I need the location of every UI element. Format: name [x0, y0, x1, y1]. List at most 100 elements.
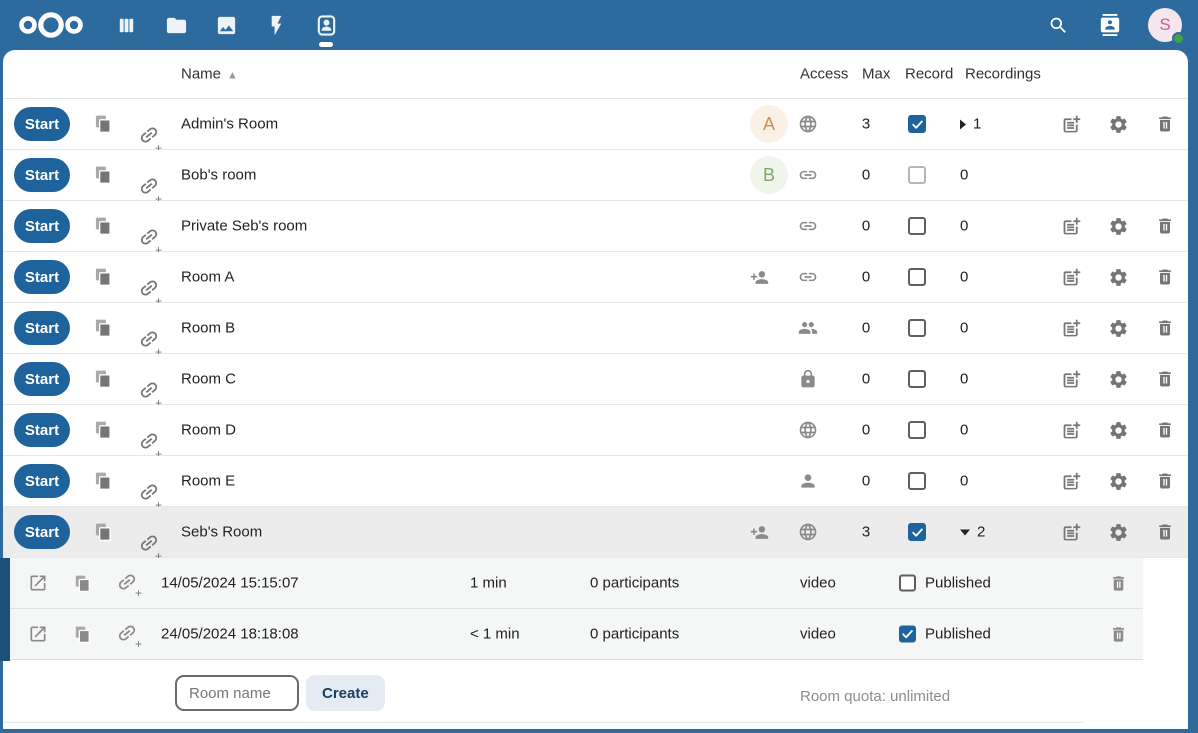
start-room-button[interactable]: Start	[14, 107, 70, 141]
app-dashboard[interactable]	[112, 5, 140, 45]
store-recordings-icon[interactable]	[1059, 112, 1083, 136]
recordings-toggle[interactable]: 1	[960, 116, 1020, 133]
share-recording-link-icon[interactable]: +	[116, 622, 140, 646]
copy-room-link-icon[interactable]	[91, 112, 115, 136]
published-toggle[interactable]: Published	[899, 626, 991, 643]
app-bbb-rooms[interactable]	[312, 5, 340, 45]
room-settings-icon[interactable]	[1106, 520, 1130, 544]
create-share-link-icon[interactable]: +	[138, 184, 160, 201]
search-icon[interactable]	[1044, 11, 1072, 39]
room-settings-icon[interactable]	[1106, 367, 1130, 391]
open-recording-icon[interactable]	[26, 622, 50, 646]
room-row[interactable]: Start+Bob's roomB00	[3, 150, 1188, 201]
create-share-link-icon[interactable]: +	[138, 439, 160, 456]
copy-room-link-icon[interactable]	[91, 520, 115, 544]
recording-row[interactable]: +24/05/2024 18:18:08< 1 min0 participant…	[3, 609, 1143, 660]
open-recording-icon[interactable]	[26, 571, 50, 595]
collapse-icon[interactable]	[960, 529, 970, 535]
store-recordings-icon[interactable]	[1059, 214, 1083, 238]
copy-recording-link-icon[interactable]	[70, 571, 94, 595]
record-checkbox[interactable]	[908, 115, 926, 133]
room-row[interactable]: Start+Room C00	[3, 354, 1188, 405]
create-share-link-icon[interactable]: +	[138, 133, 160, 150]
recordings-toggle[interactable]: 0	[960, 473, 1020, 490]
start-room-button[interactable]: Start	[14, 515, 70, 549]
room-settings-icon[interactable]	[1106, 214, 1130, 238]
published-checkbox[interactable]	[899, 575, 916, 592]
start-room-button[interactable]: Start	[14, 464, 70, 498]
room-settings-icon[interactable]	[1106, 316, 1130, 340]
delete-room-icon[interactable]	[1153, 112, 1177, 136]
copy-room-link-icon[interactable]	[91, 163, 115, 187]
published-checkbox[interactable]	[899, 626, 916, 643]
start-room-button[interactable]: Start	[14, 158, 70, 192]
room-row[interactable]: Start+Room B00	[3, 303, 1188, 354]
copy-room-link-icon[interactable]	[91, 418, 115, 442]
record-checkbox[interactable]	[908, 319, 926, 337]
room-row[interactable]: Start+Room A00	[3, 252, 1188, 303]
recordings-toggle[interactable]: 0	[960, 371, 1020, 388]
delete-room-icon[interactable]	[1153, 367, 1177, 391]
room-row[interactable]: Start+Room E00	[3, 456, 1188, 507]
app-files[interactable]	[162, 5, 190, 45]
delete-room-icon[interactable]	[1153, 316, 1177, 340]
store-recordings-icon[interactable]	[1059, 316, 1083, 340]
delete-room-icon[interactable]	[1153, 520, 1177, 544]
copy-room-link-icon[interactable]	[91, 367, 115, 391]
start-room-button[interactable]: Start	[14, 311, 70, 345]
copy-room-link-icon[interactable]	[91, 469, 115, 493]
create-share-link-icon[interactable]: +	[138, 235, 160, 252]
delete-room-icon[interactable]	[1153, 469, 1177, 493]
create-share-link-icon[interactable]: +	[138, 541, 160, 558]
user-avatar[interactable]: S	[1148, 8, 1182, 42]
room-row[interactable]: Start+Seb's Room32	[3, 507, 1188, 558]
create-share-link-icon[interactable]: +	[138, 286, 160, 303]
room-name-input[interactable]	[175, 675, 299, 711]
store-recordings-icon[interactable]	[1059, 418, 1083, 442]
store-recordings-icon[interactable]	[1059, 520, 1083, 544]
create-share-link-icon[interactable]: +	[138, 490, 160, 507]
record-checkbox[interactable]	[908, 421, 926, 439]
room-row[interactable]: Start+Private Seb's room00	[3, 201, 1188, 252]
expand-icon[interactable]	[960, 119, 966, 129]
room-settings-icon[interactable]	[1106, 265, 1130, 289]
room-row[interactable]: Start+Admin's RoomA31	[3, 99, 1188, 150]
published-toggle[interactable]: Published	[899, 575, 991, 592]
column-header-name[interactable]: Name▲	[181, 66, 238, 83]
recordings-toggle[interactable]: 2	[960, 524, 1020, 541]
record-checkbox[interactable]	[908, 217, 926, 235]
store-recordings-icon[interactable]	[1059, 367, 1083, 391]
record-checkbox[interactable]	[908, 523, 926, 541]
contacts-icon[interactable]	[1096, 11, 1124, 39]
start-room-button[interactable]: Start	[14, 362, 70, 396]
create-share-link-icon[interactable]: +	[138, 388, 160, 405]
start-room-button[interactable]: Start	[14, 260, 70, 294]
room-row[interactable]: Start+Room D00	[3, 405, 1188, 456]
app-photos[interactable]	[212, 5, 240, 45]
delete-room-icon[interactable]	[1153, 214, 1177, 238]
record-checkbox[interactable]	[908, 268, 926, 286]
room-settings-icon[interactable]	[1106, 112, 1130, 136]
copy-recording-link-icon[interactable]	[70, 622, 94, 646]
room-settings-icon[interactable]	[1106, 418, 1130, 442]
delete-room-icon[interactable]	[1153, 265, 1177, 289]
recordings-toggle[interactable]: 0	[960, 422, 1020, 439]
delete-room-icon[interactable]	[1153, 418, 1177, 442]
create-room-button[interactable]: Create	[306, 675, 385, 711]
recordings-toggle[interactable]: 0	[960, 269, 1020, 286]
store-recordings-icon[interactable]	[1059, 469, 1083, 493]
store-recordings-icon[interactable]	[1059, 265, 1083, 289]
recordings-toggle[interactable]: 0	[960, 218, 1020, 235]
record-checkbox[interactable]	[908, 472, 926, 490]
record-checkbox[interactable]	[908, 370, 926, 388]
delete-recording-icon[interactable]	[1106, 622, 1130, 646]
start-room-button[interactable]: Start	[14, 413, 70, 447]
create-share-link-icon[interactable]: +	[138, 337, 160, 354]
recordings-toggle[interactable]: 0	[960, 320, 1020, 337]
nextcloud-logo-icon[interactable]	[18, 10, 84, 40]
room-settings-icon[interactable]	[1106, 469, 1130, 493]
app-activity[interactable]	[262, 5, 290, 45]
recording-row[interactable]: +14/05/2024 15:15:071 min0 participantsv…	[3, 558, 1143, 609]
record-checkbox[interactable]	[908, 166, 926, 184]
start-room-button[interactable]: Start	[14, 209, 70, 243]
